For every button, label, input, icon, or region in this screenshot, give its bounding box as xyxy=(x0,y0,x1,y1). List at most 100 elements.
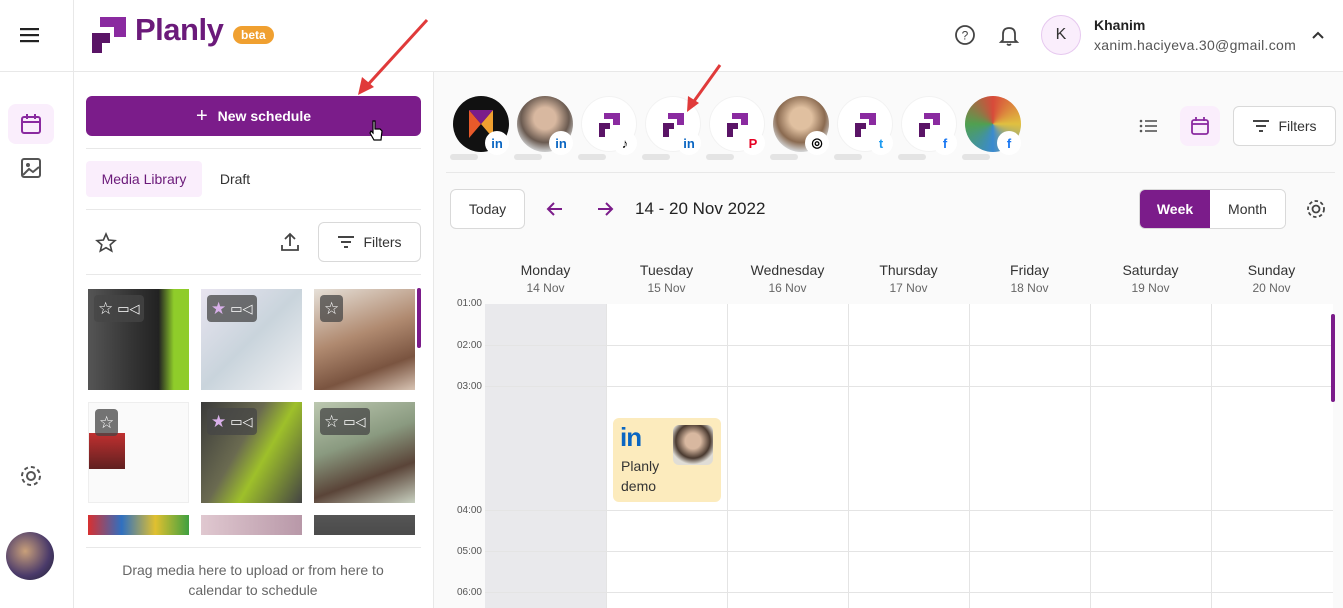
arrow-left-icon[interactable] xyxy=(545,199,565,219)
media-thumbnail[interactable]: ☆ ▭◁ xyxy=(88,289,189,390)
thumb-overlay: ★ ▭◁ xyxy=(207,408,257,435)
star-icon[interactable]: ★ xyxy=(211,412,226,432)
plus-icon: + xyxy=(195,104,208,127)
thumb-overlay: ★ ▭◁ xyxy=(207,295,257,322)
tab-draft[interactable]: Draft xyxy=(208,161,262,197)
account-avatar-instagram[interactable]: ◎ xyxy=(770,96,830,160)
list-view-button[interactable] xyxy=(1130,108,1168,144)
calendar-nav-button[interactable] xyxy=(8,104,54,144)
video-icon: ▭◁ xyxy=(230,413,253,429)
scheduled-post[interactable]: in Planly demo xyxy=(613,418,721,502)
media-thumbnail[interactable] xyxy=(88,515,189,535)
drag-media-hint: Drag media here to upload or from here t… xyxy=(122,562,384,598)
media-scrollbar[interactable] xyxy=(417,288,421,348)
calendar-filters-button[interactable]: Filters xyxy=(1233,106,1336,146)
video-icon: ▭◁ xyxy=(230,300,253,316)
bell-icon[interactable] xyxy=(998,24,1020,46)
media-thumbnail[interactable] xyxy=(201,515,302,535)
month-view-button[interactable]: Month xyxy=(1210,190,1285,228)
media-thumbnail[interactable]: ☆ xyxy=(88,402,189,503)
user-name: Khanim xyxy=(1094,17,1146,33)
divider xyxy=(86,209,421,210)
cursor-icon xyxy=(368,119,384,143)
help-icon[interactable]: ? xyxy=(954,24,976,46)
annotation-arrow xyxy=(682,60,727,115)
star-icon[interactable]: ☆ xyxy=(98,299,113,319)
thumb-overlay: ☆ ▭◁ xyxy=(94,295,144,322)
account-avatar-facebook[interactable]: f xyxy=(898,96,958,160)
media-thumbnail[interactable]: ★ ▭◁ xyxy=(201,289,302,390)
account-list: in in ♪ in P ◎ t f f xyxy=(450,96,1030,160)
calendar-icon xyxy=(1191,117,1209,135)
day-headers: Monday 14 Nov Tuesday 15 Nov Wednesday 16 Nov… xyxy=(485,262,1333,300)
star-icon[interactable]: ☆ xyxy=(99,413,114,433)
account-avatar-facebook[interactable]: f xyxy=(962,96,1022,160)
today-button[interactable]: Today xyxy=(450,189,525,229)
divider xyxy=(446,172,1335,173)
star-icon[interactable]: ☆ xyxy=(324,299,339,319)
star-icon[interactable]: ☆ xyxy=(324,412,339,432)
day-date: 18 Nov xyxy=(1010,281,1049,295)
monday-shaded-column xyxy=(485,304,606,608)
media-thumbnail[interactable]: ☆ ▭◁ xyxy=(314,402,415,503)
divider xyxy=(86,274,421,275)
beta-badge: beta xyxy=(233,26,274,44)
calendar-scrollbar[interactable] xyxy=(1331,314,1335,402)
media-grid: ☆ ▭◁ ★ ▭◁ ☆ ☆ ★ ▭◁ ☆ ▭◁ xyxy=(88,289,416,535)
account-avatar-linkedin[interactable]: in xyxy=(514,96,574,160)
media-thumbnail[interactable] xyxy=(314,515,415,535)
grid-hour-line xyxy=(485,592,1333,593)
linkedin-icon: in xyxy=(620,422,642,452)
video-icon: ▭◁ xyxy=(117,300,140,316)
account-avatar-twitter[interactable]: t xyxy=(834,96,894,160)
post-title: Planly demo xyxy=(621,458,660,494)
filters-label: Filters xyxy=(1278,118,1317,134)
left-rail xyxy=(0,0,74,608)
annotation-arrow xyxy=(350,15,435,100)
day-header: Sunday 20 Nov xyxy=(1211,262,1332,295)
day-header: Monday 14 Nov xyxy=(485,262,606,295)
post-thumbnail xyxy=(673,425,713,465)
day-name: Thursday xyxy=(879,262,938,278)
user-avatar[interactable]: K xyxy=(1041,15,1081,55)
time-label: 05:00 xyxy=(456,546,482,557)
thumb-overlay: ☆ xyxy=(320,295,344,322)
grid-column-line xyxy=(606,304,607,608)
week-view-button[interactable]: Week xyxy=(1140,190,1210,228)
user-avatar-bottom[interactable] xyxy=(6,532,54,580)
account-avatar-tiktok[interactable]: ♪ xyxy=(578,96,638,160)
svg-text:?: ? xyxy=(962,29,969,43)
media-thumbnail[interactable]: ☆ xyxy=(314,289,415,390)
settings-icon xyxy=(21,466,41,486)
media-filters-button[interactable]: Filters xyxy=(318,222,421,262)
grid-column-line xyxy=(1090,304,1091,608)
account-name-placeholder xyxy=(706,154,734,160)
list-icon xyxy=(1139,119,1157,133)
chevron-up-icon[interactable] xyxy=(1310,27,1326,43)
media-nav-button[interactable] xyxy=(8,148,54,188)
arrow-right-icon[interactable] xyxy=(595,199,615,219)
tab-media-library[interactable]: Media Library xyxy=(86,161,202,197)
twitter-icon: t xyxy=(869,131,893,155)
user-email: xanim.haciyeva.30@gmail.com xyxy=(1094,37,1297,53)
divider xyxy=(86,148,421,149)
linkedin-icon: in xyxy=(485,131,509,155)
calendar-settings-icon[interactable] xyxy=(1305,198,1327,220)
calendar-view-button[interactable] xyxy=(1180,106,1220,146)
account-name-placeholder xyxy=(450,154,478,160)
star-icon[interactable]: ★ xyxy=(211,299,226,319)
account-avatar-linkedin[interactable]: in xyxy=(450,96,510,160)
time-label: 06:00 xyxy=(456,587,482,598)
menu-icon[interactable] xyxy=(18,25,42,45)
day-date: 15 Nov xyxy=(647,281,686,295)
day-name: Tuesday xyxy=(639,262,694,278)
account-name-placeholder xyxy=(962,154,990,160)
app-name: Planly xyxy=(135,12,224,47)
facebook-icon: f xyxy=(997,131,1021,155)
media-thumbnail[interactable]: ★ ▭◁ xyxy=(201,402,302,503)
settings-nav-button[interactable] xyxy=(8,456,54,496)
account-name-placeholder xyxy=(578,154,606,160)
upload-icon[interactable] xyxy=(279,231,301,253)
thumb-overlay: ☆ ▭◁ xyxy=(320,408,370,435)
star-icon[interactable] xyxy=(95,231,117,254)
